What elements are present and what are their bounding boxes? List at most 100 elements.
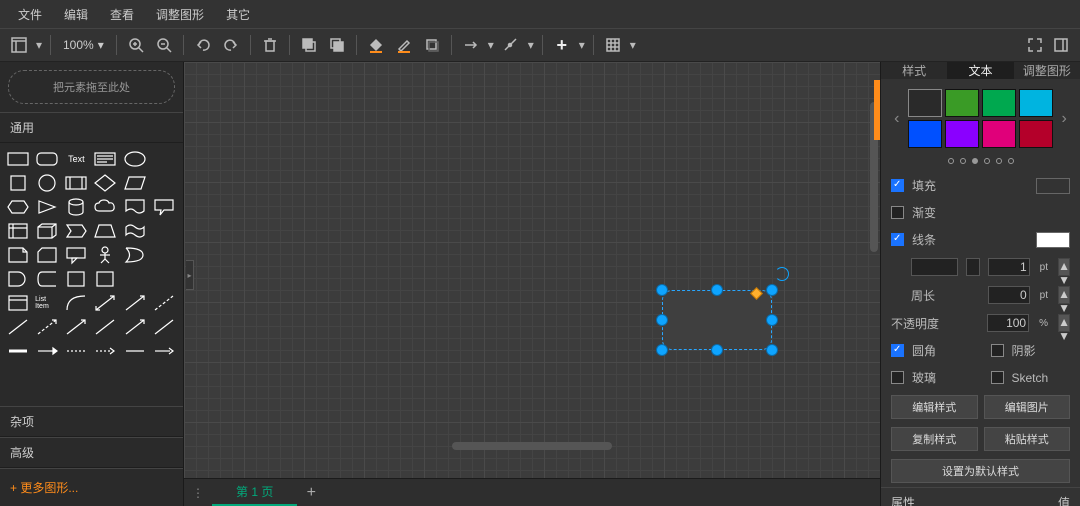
shape-arrow[interactable] [123, 293, 147, 313]
line-style-select2[interactable] [966, 258, 980, 276]
shape-list[interactable] [6, 293, 30, 313]
tab-arrange[interactable]: 调整图形 [1014, 62, 1080, 79]
shape-or[interactable] [123, 245, 147, 265]
edit-style-button[interactable]: 编辑样式 [891, 395, 978, 419]
color-swatch[interactable] [982, 120, 1016, 148]
section-general[interactable]: 通用 [0, 112, 183, 143]
shape-callout[interactable] [152, 197, 176, 217]
color-swatch[interactable] [982, 89, 1016, 117]
line-color-icon[interactable] [391, 32, 417, 58]
add-page-button[interactable]: + [297, 484, 325, 502]
chevron-down-icon[interactable]: ▾ [34, 32, 44, 58]
shadow-checkbox[interactable] [991, 344, 1004, 357]
format-panel-icon[interactable] [1048, 32, 1074, 58]
shape-conn6[interactable] [152, 341, 176, 361]
shape-document[interactable] [123, 197, 147, 217]
edit-image-button[interactable]: 编辑图片 [984, 395, 1071, 419]
menu-edit[interactable]: 编辑 [54, 2, 98, 27]
shape-ellipse[interactable] [123, 149, 147, 169]
shape-diamond[interactable] [93, 173, 117, 193]
shape-arrow-bi[interactable] [93, 293, 117, 313]
tab-page-1[interactable]: 第 1 页 [212, 479, 297, 506]
shape-conn1[interactable] [6, 341, 30, 361]
shape-rect[interactable] [6, 149, 30, 169]
resize-handle-ne[interactable] [766, 284, 778, 296]
shape-circle[interactable] [35, 173, 59, 193]
shape-blank5[interactable] [123, 269, 147, 289]
line-width-input[interactable] [988, 258, 1030, 276]
shape-parallelogram[interactable] [123, 173, 147, 193]
color-swatch[interactable] [945, 89, 979, 117]
shape-trapezoid[interactable] [93, 221, 117, 241]
shape-text[interactable]: Text [64, 149, 88, 169]
shape-list-item[interactable]: List Item [35, 293, 59, 313]
chevron-down-icon[interactable]: ▾ [628, 32, 638, 58]
resize-handle-nw[interactable] [656, 284, 668, 296]
shape-curve[interactable] [64, 293, 88, 313]
shape-line-dashed[interactable] [152, 293, 176, 313]
delete-icon[interactable] [257, 32, 283, 58]
color-swatch[interactable] [1019, 120, 1053, 148]
shape-line5[interactable] [152, 317, 176, 337]
line-checkbox[interactable] [891, 233, 904, 246]
swatch-prev-icon[interactable]: ‹ [892, 110, 901, 128]
shape-square[interactable] [6, 173, 30, 193]
shape-tape[interactable] [123, 221, 147, 241]
line-style-select[interactable] [911, 258, 958, 276]
shape-step[interactable] [64, 221, 88, 241]
resize-handle-e[interactable] [766, 314, 778, 326]
perimeter-input[interactable] [988, 286, 1030, 304]
shape-blank4[interactable] [152, 245, 176, 265]
shape-arrow2[interactable] [123, 317, 147, 337]
glass-checkbox[interactable] [891, 371, 904, 384]
chevron-down-icon[interactable]: ▾ [526, 32, 536, 58]
fill-color-well[interactable] [1036, 178, 1070, 194]
arc-handle[interactable] [750, 287, 763, 300]
line-width-stepper[interactable]: ▲▼ [1058, 258, 1070, 276]
shape-blank[interactable] [152, 149, 176, 169]
resize-handle-s[interactable] [711, 344, 723, 356]
paste-style-button[interactable]: 粘贴样式 [984, 427, 1071, 451]
gradient-checkbox[interactable] [891, 206, 904, 219]
resize-handle-sw[interactable] [656, 344, 668, 356]
rotate-handle[interactable] [775, 267, 789, 281]
section-advanced[interactable]: 高级 [0, 437, 183, 468]
shape-arrow-dashed[interactable] [35, 317, 59, 337]
menu-file[interactable]: 文件 [8, 2, 52, 27]
color-swatch[interactable] [1019, 89, 1053, 117]
color-swatch[interactable] [908, 120, 942, 148]
drawing-canvas[interactable] [184, 62, 880, 478]
shape-rect3[interactable] [93, 269, 117, 289]
page-dot[interactable] [984, 158, 990, 164]
menu-extras[interactable]: 其它 [216, 2, 260, 27]
shape-conn2[interactable] [35, 341, 59, 361]
line-color-well[interactable] [1036, 232, 1070, 248]
swatch-next-icon[interactable]: › [1060, 110, 1069, 128]
page-dot[interactable] [1008, 158, 1014, 164]
resize-handle-se[interactable] [766, 344, 778, 356]
shape-blank3[interactable] [152, 221, 176, 241]
shape-datastore[interactable] [35, 269, 59, 289]
shape-actor[interactable] [93, 245, 117, 265]
shape-textbox[interactable] [93, 149, 117, 169]
shape-conn4[interactable] [93, 341, 117, 361]
copy-style-button[interactable]: 复制样式 [891, 427, 978, 451]
shape-note[interactable] [6, 245, 30, 265]
page-dot[interactable] [960, 158, 966, 164]
more-shapes-button[interactable]: + 更多图形... [0, 468, 183, 506]
zoom-dropdown[interactable]: 100%▾ [57, 38, 110, 52]
fill-color-icon[interactable] [363, 32, 389, 58]
horizontal-scrollbar[interactable] [452, 442, 612, 450]
page-dot[interactable] [972, 158, 978, 164]
pages-menu-icon[interactable]: ⋮ [184, 486, 212, 500]
opacity-input[interactable] [987, 314, 1029, 332]
undo-icon[interactable] [190, 32, 216, 58]
shape-line4[interactable] [93, 317, 117, 337]
page-dot[interactable] [948, 158, 954, 164]
shape-line3[interactable] [64, 317, 88, 337]
view-mode-icon[interactable] [6, 32, 32, 58]
outline-toggle[interactable]: ▸ [186, 260, 194, 290]
waypoint-icon[interactable] [498, 32, 524, 58]
perimeter-stepper[interactable]: ▲▼ [1058, 286, 1070, 304]
shape-triangle[interactable] [35, 197, 59, 217]
